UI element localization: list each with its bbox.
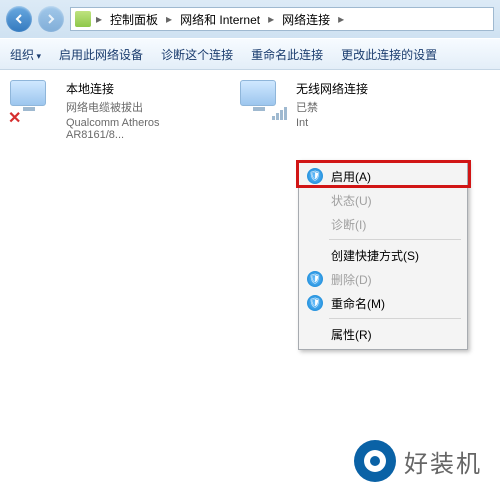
connection-status: 已禁 <box>296 99 368 115</box>
chevron-icon: ▸ <box>93 12 105 26</box>
signal-bars-icon <box>272 106 288 120</box>
menu-item-shortcut[interactable]: 创建快捷方式(S) <box>301 243 465 267</box>
breadcrumb-item[interactable]: 控制面板 <box>107 11 161 28</box>
ethernet-icon: ✕ <box>10 80 58 120</box>
chevron-icon: ▸ <box>265 12 277 26</box>
watermark-text: 好装机 <box>404 444 482 479</box>
shield-icon: 🛡 <box>307 271 323 287</box>
menu-label: 属性(R) <box>331 326 372 343</box>
connection-item-local[interactable]: ✕ 本地连接 网络电缆被拔出 Qualcomm Atheros AR8161/8… <box>10 80 220 440</box>
context-menu: 🛡 启用(A) 状态(U) 诊断(I) 创建快捷方式(S) 🛡 删除(D) 🛡 … <box>298 160 468 350</box>
breadcrumb-item[interactable]: 网络和 Internet <box>177 11 263 28</box>
menu-label: 状态(U) <box>331 192 372 209</box>
change-settings-button[interactable]: 更改此连接的设置 <box>341 46 437 63</box>
forward-button[interactable] <box>38 6 64 32</box>
toolbar: 组织 启用此网络设备 诊断这个连接 重命名此连接 更改此连接的设置 <box>0 38 500 70</box>
title-bar: ▸ 控制面板 ▸ 网络和 Internet ▸ 网络连接 ▸ <box>0 0 500 38</box>
menu-item-rename[interactable]: 🛡 重命名(M) <box>301 291 465 315</box>
menu-label: 创建快捷方式(S) <box>331 247 419 264</box>
connection-status: 网络电缆被拔出 <box>66 99 220 115</box>
menu-label: 启用(A) <box>331 168 371 185</box>
menu-separator <box>329 318 461 319</box>
menu-item-delete: 🛡 删除(D) <box>301 267 465 291</box>
watermark: 好装机 <box>354 440 482 482</box>
logo-icon <box>354 440 396 482</box>
rename-button[interactable]: 重命名此连接 <box>251 46 323 63</box>
menu-label: 诊断(I) <box>331 216 366 233</box>
menu-separator <box>329 239 461 240</box>
shield-icon: 🛡 <box>307 295 323 311</box>
chevron-icon: ▸ <box>335 12 347 26</box>
content-area: ✕ 本地连接 网络电缆被拔出 Qualcomm Atheros AR8161/8… <box>0 70 500 450</box>
chevron-icon: ▸ <box>163 12 175 26</box>
breadcrumb[interactable]: ▸ 控制面板 ▸ 网络和 Internet ▸ 网络连接 ▸ <box>70 7 494 31</box>
menu-item-enable[interactable]: 🛡 启用(A) <box>301 164 465 188</box>
menu-label: 删除(D) <box>331 271 372 288</box>
menu-label: 重命名(M) <box>331 295 385 312</box>
wifi-icon <box>240 80 288 120</box>
panel-icon <box>75 11 91 27</box>
connection-adapter: Qualcomm Atheros AR8161/8... <box>66 117 220 141</box>
connection-title: 本地连接 <box>66 80 220 97</box>
disconnected-icon: ✕ <box>8 108 24 124</box>
breadcrumb-item[interactable]: 网络连接 <box>279 11 333 28</box>
back-button[interactable] <box>6 6 32 32</box>
connection-adapter: Int <box>296 117 368 129</box>
diagnose-button[interactable]: 诊断这个连接 <box>161 46 233 63</box>
menu-item-status: 状态(U) <box>301 188 465 212</box>
menu-item-properties[interactable]: 属性(R) <box>301 322 465 346</box>
menu-item-diagnose: 诊断(I) <box>301 212 465 236</box>
enable-device-button[interactable]: 启用此网络设备 <box>59 46 143 63</box>
connection-title: 无线网络连接 <box>296 80 368 97</box>
shield-icon: 🛡 <box>307 168 323 184</box>
organize-menu[interactable]: 组织 <box>10 46 41 63</box>
